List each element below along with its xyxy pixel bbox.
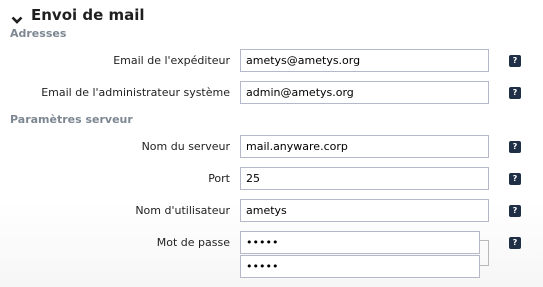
- server-name-label: Nom du serveur: [141, 140, 230, 153]
- password-confirm-field[interactable]: •••••: [240, 255, 480, 278]
- help-icon[interactable]: ?: [509, 141, 521, 153]
- sender-email-field[interactable]: ametys@ametys.org: [240, 49, 489, 72]
- help-icon[interactable]: ?: [509, 87, 521, 99]
- help-icon[interactable]: ?: [509, 205, 521, 217]
- server-name-field[interactable]: mail.anyware.corp: [240, 135, 489, 158]
- sender-email-label: Email de l'expéditeur: [113, 54, 230, 67]
- port-label: Port: [208, 172, 230, 185]
- password-field[interactable]: •••••: [240, 231, 480, 254]
- group-title-adresses: Adresses: [10, 27, 67, 40]
- username-field[interactable]: ametys: [240, 199, 489, 222]
- password-label: Mot de passe: [156, 236, 230, 249]
- group-title-serveur: Paramètres serveur: [10, 113, 133, 126]
- help-icon[interactable]: ?: [509, 173, 521, 185]
- help-icon[interactable]: ?: [509, 237, 521, 249]
- admin-email-label: Email de l'administrateur système: [41, 86, 230, 99]
- password-link-bracket: [480, 240, 489, 266]
- section-title[interactable]: Envoi de mail: [31, 6, 145, 24]
- help-icon[interactable]: ?: [509, 55, 521, 67]
- admin-email-field[interactable]: admin@ametys.org: [240, 81, 489, 104]
- port-field[interactable]: 25: [240, 167, 489, 190]
- username-label: Nom d'utilisateur: [135, 204, 230, 217]
- chevron-down-icon[interactable]: [11, 10, 23, 24]
